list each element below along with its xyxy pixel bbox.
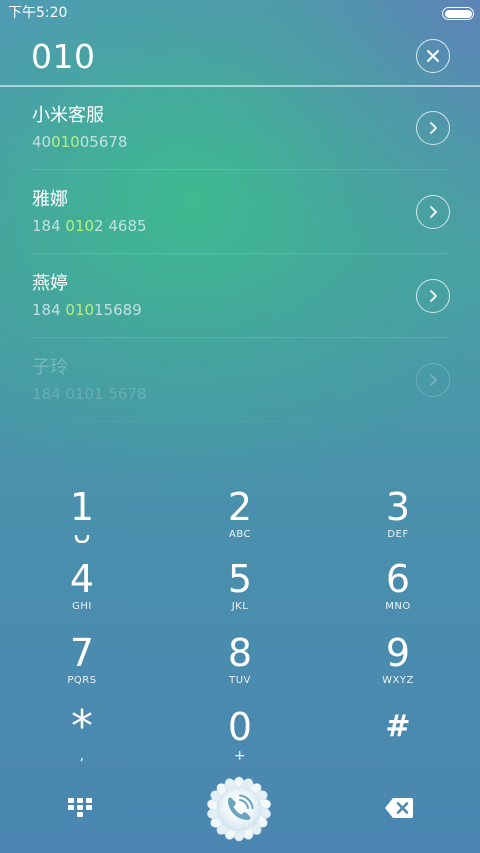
key-digit: 3 (385, 485, 411, 529)
key-letters: DEF (387, 529, 409, 540)
number-segment: 15689 (94, 301, 142, 319)
key-digit: 4 (69, 557, 95, 601)
key-letters: JKL (231, 601, 249, 612)
chevron-right-icon (430, 206, 437, 218)
bottom-action-bar (0, 770, 480, 853)
key-5[interactable]: 5 JKL (180, 558, 300, 626)
key-digit: 7 (69, 631, 95, 675)
contact-list-item[interactable]: 燕婷 184 01015689 (0, 254, 480, 338)
delete-button[interactable] (384, 797, 414, 819)
dialed-number-input[interactable]: 010 (31, 39, 96, 75)
number-segment: 2 4685 (94, 217, 147, 235)
contact-detail-button[interactable] (416, 111, 450, 145)
key-letters: , (79, 748, 85, 764)
key-digit: 5 (227, 557, 253, 601)
close-icon (427, 50, 439, 62)
keypad-toggle-button[interactable] (66, 796, 94, 820)
number-segment: 40 (32, 133, 52, 151)
key-9[interactable]: 9 WXYZ (338, 632, 458, 700)
key-4[interactable]: 4 GHI (22, 558, 142, 626)
key-digit: 9 (385, 631, 411, 675)
chevron-right-icon (430, 122, 437, 134)
contact-list-item[interactable]: 小米客服 4001005678 (0, 86, 480, 170)
number-segment: 184 (32, 217, 66, 235)
call-button[interactable] (206, 776, 272, 842)
key-hash[interactable]: # (338, 706, 458, 774)
contact-number: 184 0102 4685 (32, 217, 147, 235)
key-digit: * (71, 701, 93, 752)
dial-input-row: 010 (0, 26, 480, 86)
contact-divider (32, 421, 448, 422)
battery-level (444, 9, 472, 18)
dialpad-icon (68, 798, 92, 817)
chevron-right-icon (430, 290, 437, 302)
key-digit: # (385, 709, 411, 744)
key-digit: 0 (227, 705, 253, 749)
contact-name: 小米客服 (32, 105, 104, 126)
status-time: 下午5:20 (8, 5, 68, 21)
key-0[interactable]: 0 + (180, 706, 300, 774)
key-letters: PQRS (67, 675, 97, 686)
matched-digits: 010 (65, 301, 95, 319)
key-6[interactable]: 6 MNO (338, 558, 458, 626)
status-bar: 下午5:20 (0, 0, 480, 26)
contact-detail-button[interactable] (416, 195, 450, 229)
key-2[interactable]: 2 ABC (180, 486, 300, 554)
key-8[interactable]: 8 TUV (180, 632, 300, 700)
key-letters: MNO (385, 601, 411, 612)
contact-name: 雅娜 (32, 189, 68, 210)
key-3[interactable]: 3 DEF (338, 486, 458, 554)
contact-number: 184 0101 5678 (32, 385, 147, 403)
key-7[interactable]: 7 PQRS (22, 632, 142, 700)
key-letters: ABC (228, 529, 251, 540)
clear-button[interactable] (416, 39, 450, 73)
key-letters: TUV (229, 675, 251, 686)
number-segment: 184 (32, 301, 66, 319)
key-letters: WXYZ (382, 675, 414, 686)
contact-list-item[interactable]: 子玲 184 0101 5678 (0, 338, 480, 422)
key-digit: 8 (227, 631, 253, 675)
key-1[interactable]: 1 (22, 486, 142, 554)
key-digit: 6 (385, 557, 411, 601)
contact-number: 4001005678 (32, 133, 127, 151)
contact-list-item[interactable]: 雅娜 184 0102 4685 (0, 170, 480, 254)
contact-detail-button[interactable] (416, 279, 450, 313)
voicemail-icon (22, 528, 142, 544)
key-digit: 2 (227, 485, 253, 529)
key-star[interactable]: *, (22, 701, 142, 774)
key-letters: + (233, 748, 247, 764)
contact-name: 子玲 (32, 357, 68, 378)
contact-detail-button[interactable] (416, 363, 450, 397)
contact-name: 燕婷 (32, 273, 68, 294)
chevron-right-icon (430, 374, 437, 386)
key-digit: 1 (69, 485, 95, 529)
number-segment: 184 0101 5678 (32, 385, 147, 403)
backspace-icon (385, 798, 413, 818)
matched-digits: 010 (65, 217, 95, 235)
number-segment: 05678 (79, 133, 128, 151)
matched-digits: 010 (51, 133, 80, 151)
phone-call-icon (207, 776, 271, 842)
battery-icon (442, 7, 474, 20)
key-letters: GHI (72, 601, 92, 612)
contact-number: 184 01015689 (32, 301, 142, 319)
